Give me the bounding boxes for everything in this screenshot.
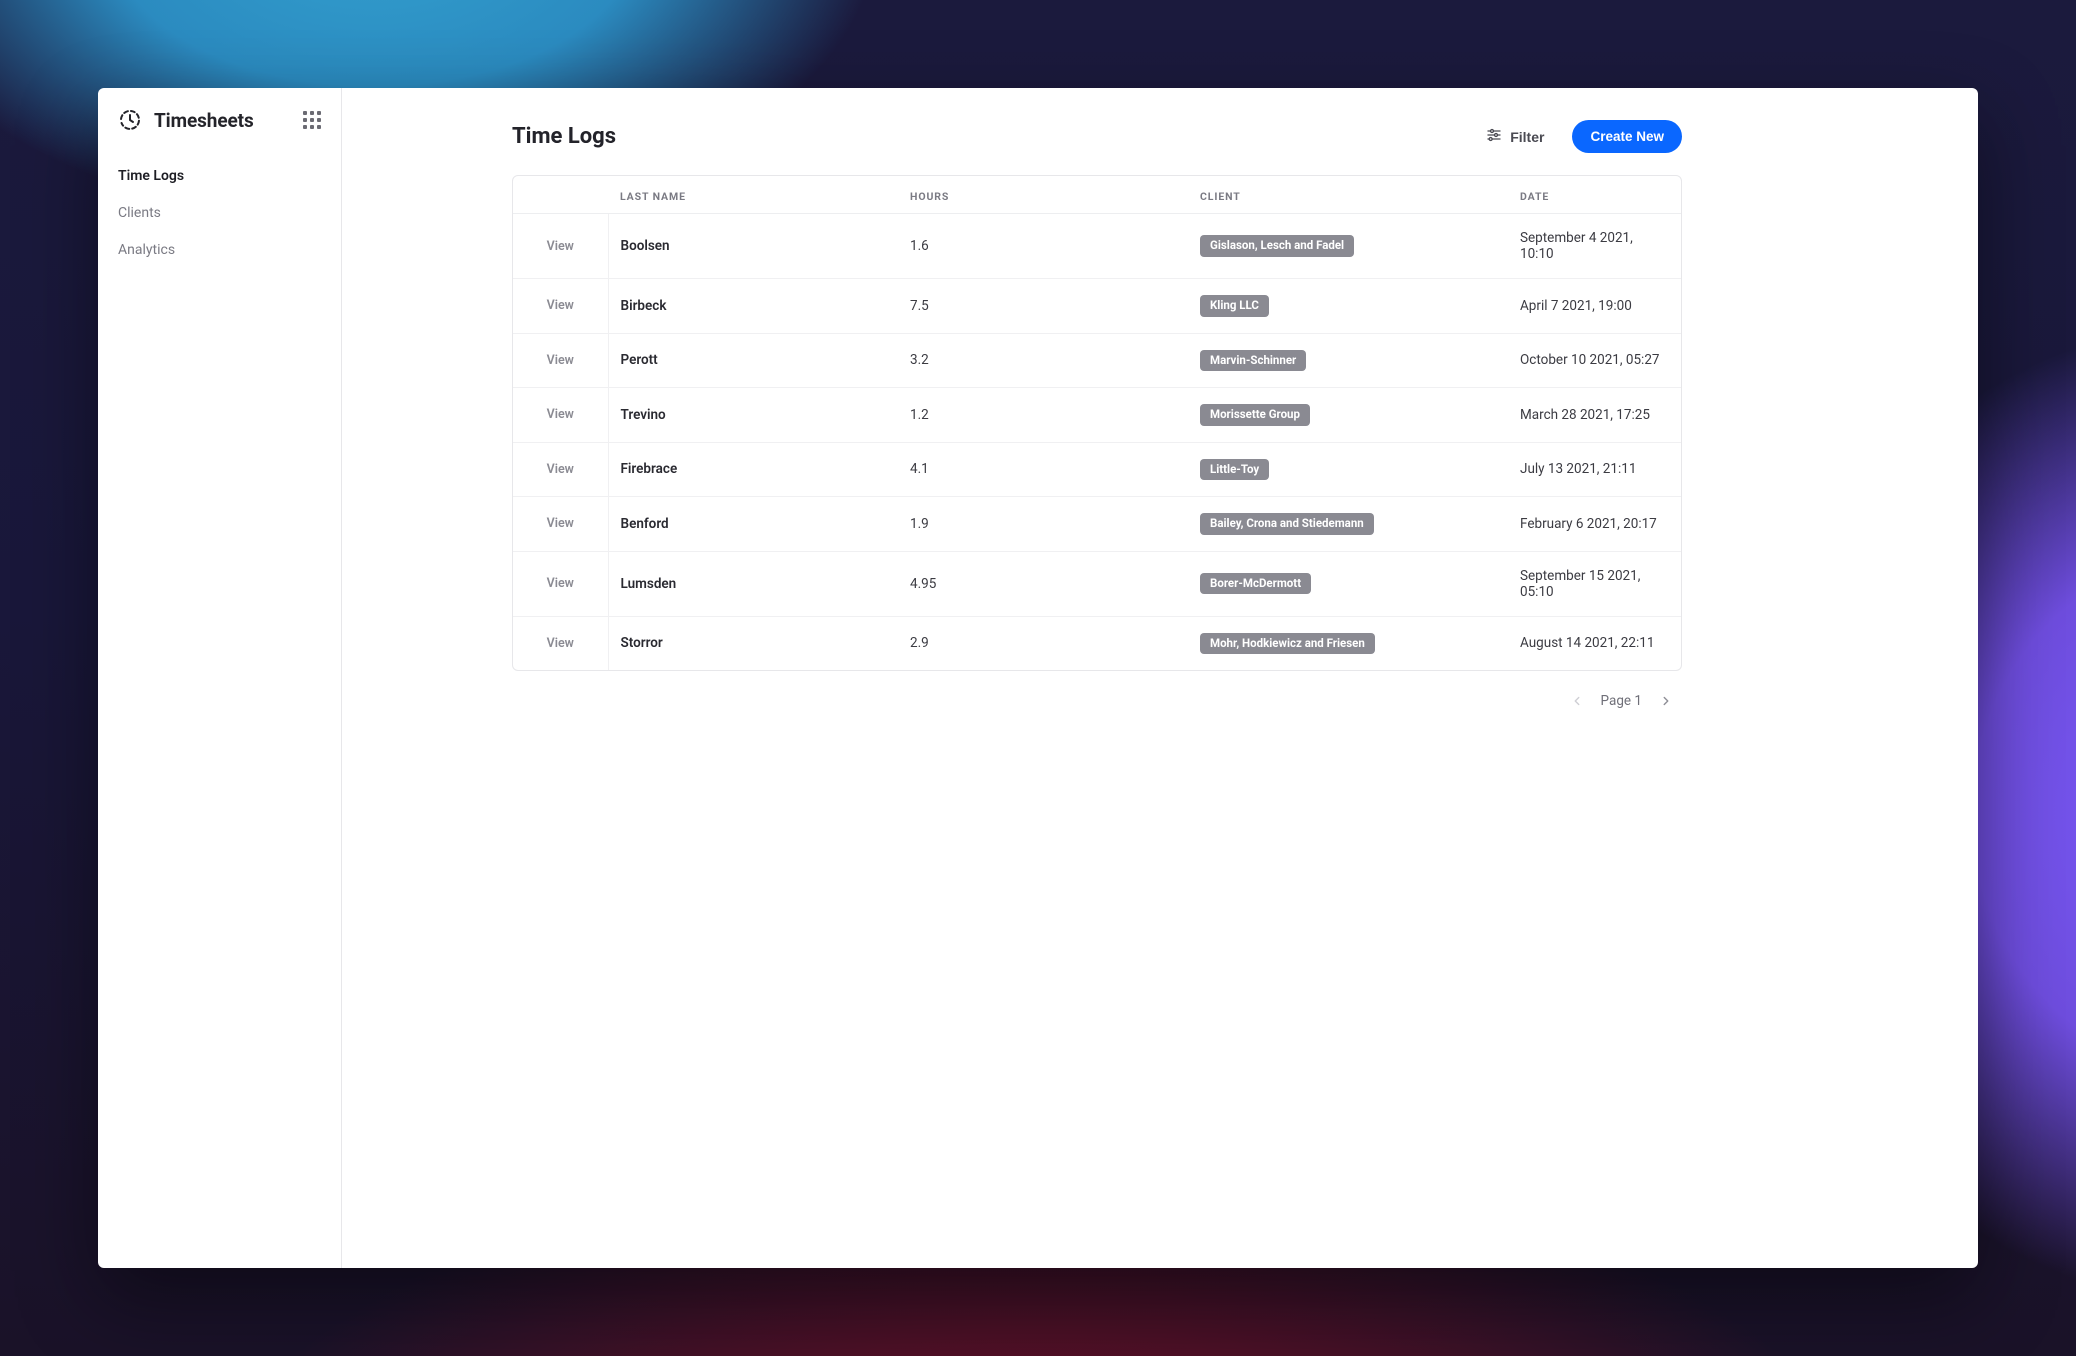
cell-last-name: Birbeck xyxy=(608,279,898,334)
view-link[interactable]: View xyxy=(513,214,608,279)
cell-hours: 1.6 xyxy=(898,214,1188,279)
table-row: ViewPerott3.2 Marvin-Schinner October 10 2… xyxy=(513,333,1681,388)
col-last-name-header[interactable]: Last Name xyxy=(608,176,898,214)
cell-hours: 4.95 xyxy=(898,551,1188,616)
client-tag[interactable]: Marvin-Schinner xyxy=(1200,350,1306,372)
cell-hours: 4.1 xyxy=(898,442,1188,497)
cell-client: Bailey, Crona and Stiedemann xyxy=(1188,497,1508,552)
view-link[interactable]: View xyxy=(513,333,608,388)
cell-last-name: Benford xyxy=(608,497,898,552)
sidebar-nav: Time Logs Clients Analytics xyxy=(98,152,341,268)
content-wrap: Time Logs Filter Create New xyxy=(342,112,1682,711)
cell-date: October 10 2021, 05:27 xyxy=(1508,333,1681,388)
cell-client: Kling LLC xyxy=(1188,279,1508,334)
cell-hours: 2.9 xyxy=(898,616,1188,670)
sidebar-item-time-logs[interactable]: Time Logs xyxy=(98,158,341,195)
cell-client: Little-Toy xyxy=(1188,442,1508,497)
pagination: Page 1 xyxy=(512,671,1682,711)
col-hours-header[interactable]: Hours xyxy=(898,176,1188,214)
app-title: Timesheets xyxy=(154,109,254,132)
cell-last-name: Boolsen xyxy=(608,214,898,279)
col-action-header xyxy=(513,176,608,214)
cell-client: Mohr, Hodkiewicz and Friesen xyxy=(1188,616,1508,670)
create-new-button[interactable]: Create New xyxy=(1572,120,1682,153)
view-link[interactable]: View xyxy=(513,442,608,497)
cell-last-name: Lumsden xyxy=(608,551,898,616)
cell-last-name: Storror xyxy=(608,616,898,670)
cell-last-name: Trevino xyxy=(608,388,898,443)
view-link[interactable]: View xyxy=(513,279,608,334)
table-row: ViewFirebrace4.1 Little-Toy July 13 2021, … xyxy=(513,442,1681,497)
table-wrap: Last Name Hours Client Date ViewBoolsen1… xyxy=(512,175,1682,671)
sidebar-item-clients[interactable]: Clients xyxy=(98,195,341,232)
client-tag[interactable]: Borer-McDermott xyxy=(1200,573,1311,595)
cell-last-name: Perott xyxy=(608,333,898,388)
table-head: Last Name Hours Client Date xyxy=(513,176,1681,214)
cell-client: Marvin-Schinner xyxy=(1188,333,1508,388)
chevron-right-icon xyxy=(1659,694,1673,708)
filter-button[interactable]: Filter xyxy=(1476,121,1554,152)
cell-date: April 7 2021, 19:00 xyxy=(1508,279,1681,334)
sidebar-header: Timesheets xyxy=(98,88,341,152)
client-tag[interactable]: Mohr, Hodkiewicz and Friesen xyxy=(1200,633,1375,655)
cell-last-name: Firebrace xyxy=(608,442,898,497)
app-brand[interactable]: Timesheets xyxy=(118,108,254,132)
table-row: ViewBoolsen1.6 Gislason, Lesch and Fadel S… xyxy=(513,214,1681,279)
sidebar-item-analytics[interactable]: Analytics xyxy=(98,232,341,269)
page-title: Time Logs xyxy=(512,124,616,149)
cell-date: September 15 2021, 05:10 xyxy=(1508,551,1681,616)
client-tag[interactable]: Gislason, Lesch and Fadel xyxy=(1200,235,1354,257)
clock-history-icon xyxy=(118,108,142,132)
sliders-icon xyxy=(1486,127,1502,146)
table-row: ViewBenford1.9 Bailey, Crona and Stiedema… xyxy=(513,497,1681,552)
page-actions: Filter Create New xyxy=(1476,120,1682,153)
main-content: Time Logs Filter Create New xyxy=(342,88,1978,1268)
cell-date: August 14 2021, 22:11 xyxy=(1508,616,1681,670)
table-row: ViewLumsden4.95 Borer-McDermott September … xyxy=(513,551,1681,616)
view-link[interactable]: View xyxy=(513,616,608,670)
cell-date: September 4 2021, 10:10 xyxy=(1508,214,1681,279)
table-row: ViewStorror2.9 Mohr, Hodkiewicz and Fries… xyxy=(513,616,1681,670)
table-body: ViewBoolsen1.6Gislason, Lesch and FadelS… xyxy=(513,214,1681,671)
cell-date: March 28 2021, 17:25 xyxy=(1508,388,1681,443)
view-link[interactable]: View xyxy=(513,551,608,616)
cell-hours: 1.2 xyxy=(898,388,1188,443)
client-tag[interactable]: Bailey, Crona and Stiedemann xyxy=(1200,513,1374,535)
pager-next-button[interactable] xyxy=(1656,691,1676,711)
table-row: ViewTrevino1.2 Morissette Group March 28 2… xyxy=(513,388,1681,443)
pager-label: Page 1 xyxy=(1601,693,1642,709)
sidebar: Timesheets Time Logs Clients Analytics xyxy=(98,88,342,1268)
cell-hours: 1.9 xyxy=(898,497,1188,552)
apps-grid-icon[interactable] xyxy=(303,111,321,129)
cell-date: February 6 2021, 20:17 xyxy=(1508,497,1681,552)
col-date-header[interactable]: Date xyxy=(1508,176,1681,214)
col-client-header[interactable]: Client xyxy=(1188,176,1508,214)
view-link[interactable]: View xyxy=(513,497,608,552)
time-logs-table: Last Name Hours Client Date ViewBoolsen1… xyxy=(513,176,1681,670)
client-tag[interactable]: Little-Toy xyxy=(1200,459,1269,481)
cell-hours: 7.5 xyxy=(898,279,1188,334)
page-header: Time Logs Filter Create New xyxy=(512,112,1682,175)
cell-client: Gislason, Lesch and Fadel xyxy=(1188,214,1508,279)
client-tag[interactable]: Morissette Group xyxy=(1200,404,1310,426)
client-tag[interactable]: Kling LLC xyxy=(1200,295,1269,317)
chevron-left-icon xyxy=(1570,694,1584,708)
filter-label: Filter xyxy=(1510,129,1544,145)
table-row: ViewBirbeck7.5 Kling LLC April 7 2021, 19:… xyxy=(513,279,1681,334)
pager-prev-button[interactable] xyxy=(1567,691,1587,711)
cell-date: July 13 2021, 21:11 xyxy=(1508,442,1681,497)
cell-client: Borer-McDermott xyxy=(1188,551,1508,616)
view-link[interactable]: View xyxy=(513,388,608,443)
cell-client: Morissette Group xyxy=(1188,388,1508,443)
cell-hours: 3.2 xyxy=(898,333,1188,388)
app-window: Timesheets Time Logs Clients Analytics T… xyxy=(98,88,1978,1268)
